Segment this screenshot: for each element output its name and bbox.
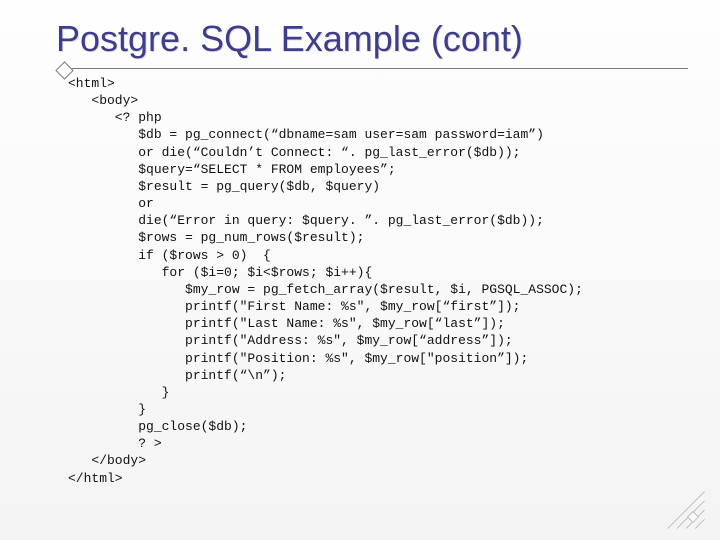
code-block: <html> <body> <? php $db = pg_connect(“d…: [68, 75, 696, 487]
slide-title: Postgre. SQL Example (cont): [56, 18, 696, 60]
corner-ornament-icon: [660, 484, 706, 530]
title-rule: [68, 68, 688, 69]
slide: Postgre. SQL Example (cont) <html> <body…: [0, 0, 720, 540]
